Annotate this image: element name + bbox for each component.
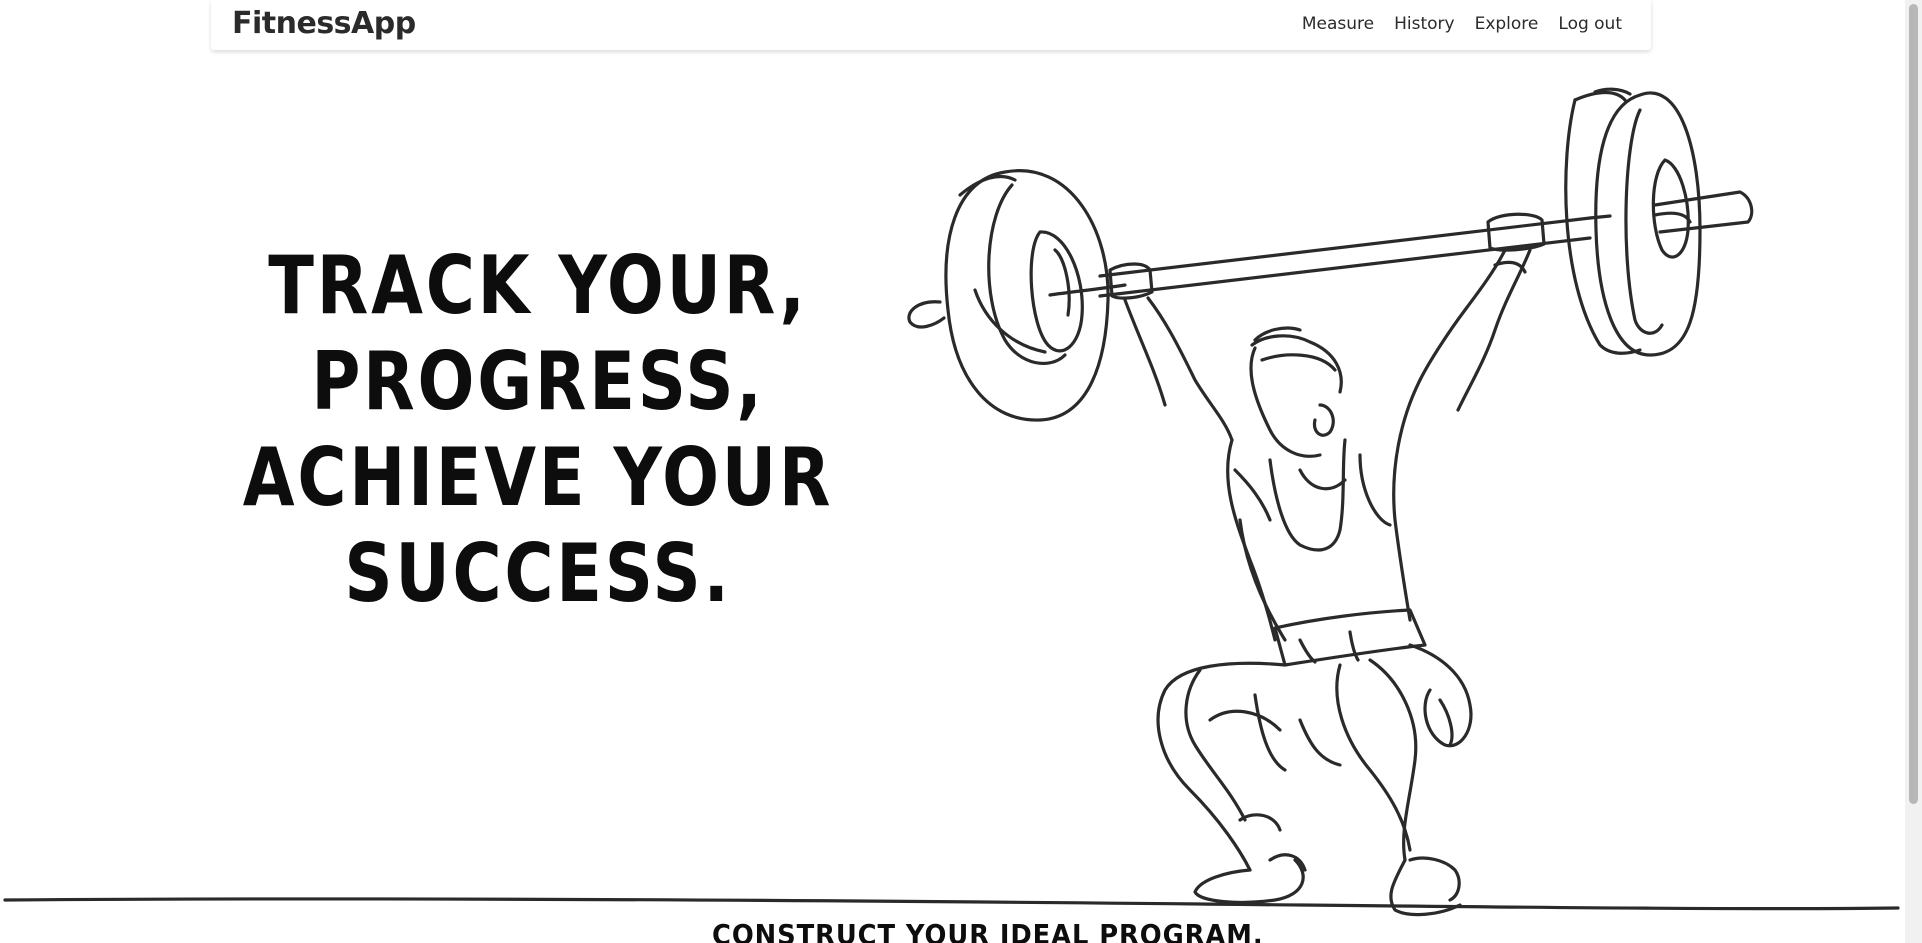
page: FitnessApp Measure History Explore Log o… [0,0,1922,943]
nav-link-history[interactable]: History [1394,13,1454,35]
section-heading-construct-program: CONSTRUCT YOUR IDEAL PROGRAM. [712,918,1264,943]
hero-line-2: PROGRESS, [311,334,765,428]
nav-link-measure[interactable]: Measure [1302,13,1374,35]
top-navbar: FitnessApp Measure History Explore Log o… [211,0,1651,50]
hero-line-3: ACHIEVE YOUR [242,430,834,524]
nav-links: Measure History Explore Log out [1302,13,1622,35]
hero-line-4: SUCCESS. [344,526,732,620]
hero-headline: TRACK YOUR, PROGRESS, ACHIEVE YOUR SUCCE… [240,238,835,622]
nav-link-logout[interactable]: Log out [1558,13,1622,35]
page-scrollbar[interactable] [1905,0,1922,943]
nav-link-explore[interactable]: Explore [1475,13,1539,35]
hero-line-1: TRACK YOUR, [268,238,808,332]
brand-logo[interactable]: FitnessApp [232,4,416,44]
scrollbar-thumb[interactable] [1909,4,1918,804]
